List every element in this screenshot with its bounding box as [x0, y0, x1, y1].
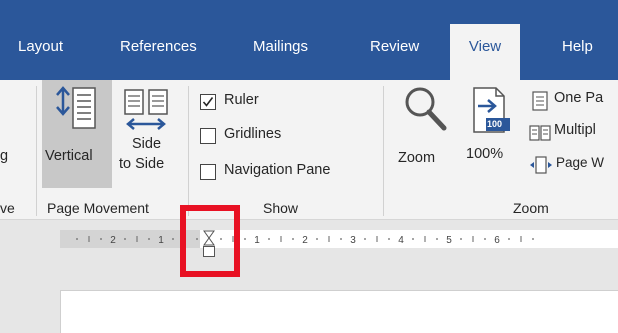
ruler-number: 5	[446, 235, 452, 246]
views-partial-label: g	[0, 148, 9, 164]
ruler-tick	[268, 238, 270, 240]
ruler-number: 3	[350, 235, 356, 246]
ruler-tick	[484, 238, 486, 240]
vertical-button[interactable]: Vertical	[42, 80, 112, 188]
ruler-number: 2	[302, 235, 308, 246]
page-width-icon	[529, 156, 553, 179]
zoom-100-button[interactable]: 100 100%	[462, 80, 518, 188]
zoom-100-icon	[468, 86, 512, 141]
side-to-side-icon	[122, 88, 172, 139]
side-to-side-button[interactable]: Side to Side	[114, 80, 184, 188]
ribbon-tab-bar: Layout References Mailings Review View H…	[0, 0, 618, 80]
side-to-side-label-line2: to Side	[119, 156, 165, 172]
zoom-button-label: Zoom	[398, 150, 436, 166]
vertical-button-label: Vertical	[45, 148, 93, 164]
zoom-100-label: 100%	[466, 146, 504, 162]
views-group-partial-label: ve	[0, 200, 15, 216]
ruler-tick	[124, 238, 126, 240]
vertical-scroll-icon	[53, 86, 101, 137]
ruler-number: 2	[110, 235, 116, 246]
tab-references[interactable]: References	[120, 38, 197, 55]
side-to-side-label-line1: Side	[132, 136, 162, 152]
ruler-number: 4	[398, 235, 404, 246]
multiple-pages-button[interactable]: Multipl	[528, 122, 618, 144]
ruler-tick	[76, 238, 78, 240]
multiple-pages-icon	[529, 125, 551, 146]
ruler-tick	[508, 238, 510, 240]
ribbon-panel: g ve Vertical Side to Side Page Movement…	[0, 80, 618, 220]
ruler-tick	[532, 238, 534, 240]
gridlines-label: Gridlines	[224, 126, 282, 142]
tab-mailings[interactable]: Mailings	[253, 38, 308, 55]
group-separator	[383, 86, 384, 216]
ruler-label: Ruler	[224, 92, 259, 108]
tab-layout[interactable]: Layout	[18, 38, 63, 55]
group-separator	[188, 86, 189, 216]
ruler-number: 6	[494, 235, 500, 246]
ruler-checkbox-box[interactable]	[200, 94, 216, 110]
magnifier-icon	[402, 84, 448, 139]
group-separator	[36, 86, 37, 216]
document-page[interactable]	[60, 290, 618, 333]
ruler-ticks: 2 1 1 2 3 4 5 6	[76, 230, 534, 246]
ruler-tick	[244, 238, 246, 240]
ruler-tick	[316, 238, 318, 240]
ruler-tick	[412, 238, 414, 240]
gridlines-checkbox-box[interactable]	[200, 128, 216, 144]
zoom-button[interactable]: Zoom	[392, 80, 458, 188]
gridlines-checkbox[interactable]: Gridlines	[200, 126, 360, 148]
ruler-tick	[436, 238, 438, 240]
one-page-icon	[532, 91, 548, 116]
show-group-label: Show	[263, 200, 299, 216]
page-movement-group-label: Page Movement	[47, 200, 149, 216]
document-margin-area	[0, 290, 60, 333]
tab-help[interactable]: Help	[562, 38, 593, 55]
ruler-number: 1	[254, 235, 260, 246]
ruler-tick	[148, 238, 150, 240]
zoom-100-icon-text: 100	[487, 119, 503, 129]
ruler-checkbox[interactable]: Ruler	[200, 92, 360, 114]
ruler-tick	[388, 238, 390, 240]
navigation-pane-checkbox-box[interactable]	[200, 164, 216, 180]
ruler-tick	[100, 238, 102, 240]
ruler-tick	[172, 238, 174, 240]
page-width-button[interactable]: Page W	[528, 154, 618, 176]
one-page-button[interactable]: One Pa	[528, 90, 618, 112]
ruler-band: 2 1 1 2 3 4 5 6	[0, 220, 618, 290]
navigation-pane-checkbox[interactable]: Navigation Pane	[200, 162, 370, 184]
one-page-label: One Pa	[554, 90, 604, 106]
navigation-pane-label: Navigation Pane	[224, 162, 331, 178]
page-width-label: Page W	[556, 155, 605, 170]
tab-view[interactable]: View	[450, 24, 520, 80]
highlight-box	[180, 205, 240, 277]
ruler-number: 1	[158, 235, 164, 246]
ruler-tick	[460, 238, 462, 240]
ruler-tick	[364, 238, 366, 240]
tab-review[interactable]: Review	[370, 38, 419, 55]
ruler-tick	[292, 238, 294, 240]
multiple-pages-label: Multipl	[554, 122, 596, 138]
zoom-group-label: Zoom	[513, 200, 549, 216]
ruler-tick	[340, 238, 342, 240]
